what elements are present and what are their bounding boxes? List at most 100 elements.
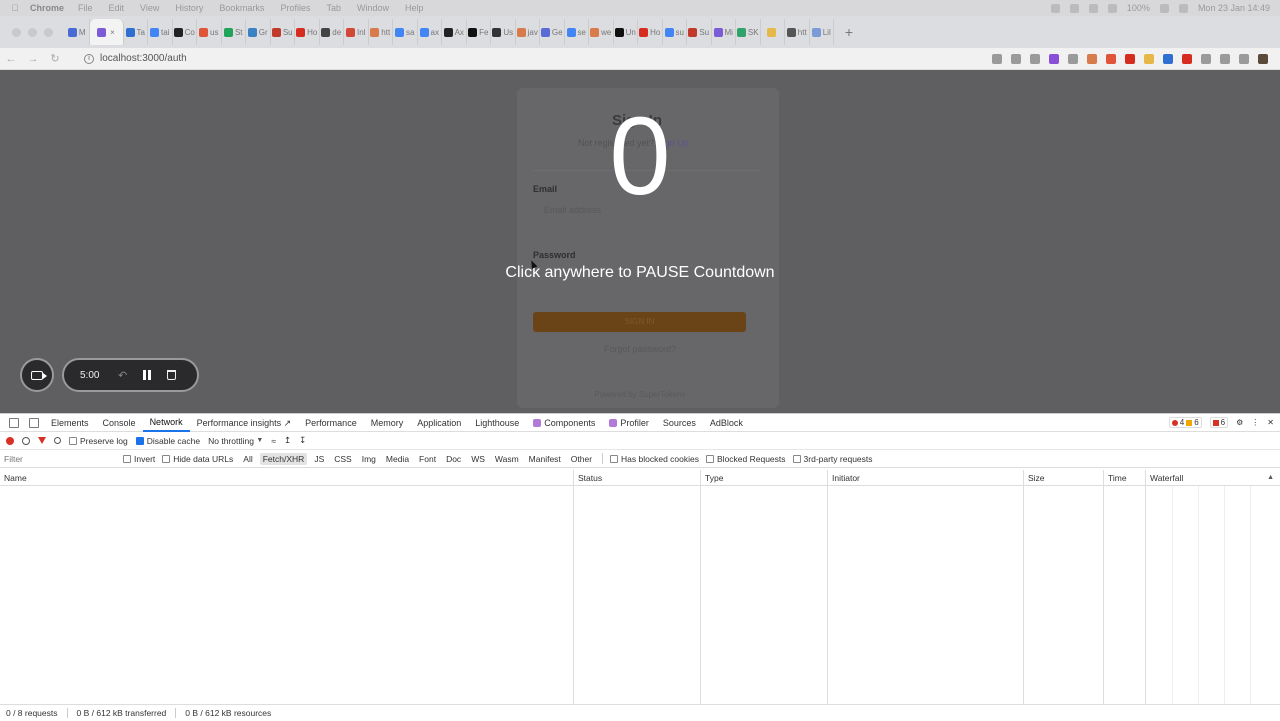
address-bar[interactable]: i localhost:3000/auth bbox=[76, 50, 946, 68]
resource-type-filter[interactable]: JS bbox=[311, 453, 327, 465]
browser-tab[interactable]: we bbox=[589, 19, 614, 45]
extension-icon[interactable] bbox=[1030, 53, 1040, 64]
browser-tab[interactable]: tai bbox=[148, 19, 173, 45]
status-icon[interactable] bbox=[1107, 3, 1117, 13]
issues-badge[interactable]: 6 bbox=[1209, 417, 1229, 428]
close-window-button[interactable] bbox=[12, 27, 21, 37]
wifi-icon[interactable] bbox=[1159, 3, 1169, 13]
blocked-cookies-checkbox[interactable]: Has blocked cookies bbox=[610, 454, 699, 464]
browser-tab[interactable]: Us bbox=[491, 19, 516, 45]
devtools-tab[interactable]: Performance bbox=[298, 414, 364, 432]
menu-tab[interactable]: Tab bbox=[326, 3, 341, 13]
search-icon[interactable] bbox=[1178, 3, 1188, 13]
resource-type-filter[interactable]: Doc bbox=[443, 453, 464, 465]
extension-icon[interactable] bbox=[1239, 53, 1249, 64]
devtools-tab[interactable]: Application bbox=[410, 414, 468, 432]
browser-tab[interactable]: de bbox=[320, 19, 344, 45]
extension-icon[interactable] bbox=[1049, 53, 1059, 64]
devtools-tab[interactable]: Lighthouse bbox=[468, 414, 526, 432]
menu-help[interactable]: Help bbox=[405, 3, 424, 13]
page-viewport[interactable]: Sign In Not registered yet? Sign Up Emai… bbox=[0, 70, 1280, 413]
devtools-tab[interactable]: Console bbox=[96, 414, 143, 432]
extension-icon[interactable] bbox=[1258, 53, 1268, 64]
resource-type-filter[interactable]: Img bbox=[359, 453, 379, 465]
invert-checkbox[interactable]: Invert bbox=[123, 454, 155, 464]
browser-tab[interactable]: Fe bbox=[467, 19, 491, 45]
import-har-icon[interactable]: ↥ bbox=[284, 435, 291, 446]
browser-tab[interactable]: jav bbox=[516, 19, 540, 45]
browser-tab[interactable] bbox=[761, 19, 785, 45]
search-icon[interactable] bbox=[54, 437, 61, 444]
resource-type-filter[interactable]: Other bbox=[568, 453, 595, 465]
hide-data-urls-checkbox[interactable]: Hide data URLs bbox=[162, 454, 233, 464]
blocked-requests-checkbox[interactable]: Blocked Requests bbox=[706, 454, 786, 464]
app-name[interactable]: Chrome bbox=[30, 3, 64, 13]
record-icon[interactable] bbox=[6, 436, 14, 445]
column-time[interactable]: Time bbox=[1104, 470, 1146, 486]
extension-icon[interactable] bbox=[992, 53, 1002, 64]
resource-type-filter[interactable]: Fetch/XHR bbox=[259, 452, 308, 465]
forward-button[interactable]: → bbox=[22, 53, 44, 65]
resource-type-filter[interactable]: Font bbox=[416, 453, 439, 465]
browser-tab[interactable]: Ho bbox=[638, 19, 663, 45]
column-name[interactable]: Name bbox=[0, 470, 574, 486]
clear-icon[interactable] bbox=[22, 436, 30, 445]
browser-tab[interactable]: ax bbox=[418, 19, 442, 45]
devtools-tab[interactable]: Components bbox=[526, 414, 602, 432]
browser-tab[interactable]: M bbox=[65, 19, 90, 45]
preserve-log-checkbox[interactable]: Preserve log bbox=[69, 436, 128, 446]
browser-tab[interactable]: Ge bbox=[540, 19, 565, 45]
close-tab-icon[interactable]: × bbox=[110, 28, 115, 37]
browser-tab[interactable]: St bbox=[222, 19, 246, 45]
status-icon[interactable] bbox=[1050, 3, 1060, 13]
restart-icon[interactable]: ↶ bbox=[118, 369, 127, 382]
browser-tab[interactable]: Co bbox=[173, 19, 197, 45]
camera-toggle-button[interactable] bbox=[20, 358, 54, 392]
network-conditions-icon[interactable]: ≈ bbox=[271, 436, 276, 446]
extension-icon[interactable] bbox=[1087, 53, 1097, 64]
resource-type-filter[interactable]: WS bbox=[468, 453, 488, 465]
resource-type-filter[interactable]: Manifest bbox=[526, 453, 564, 465]
browser-tab[interactable]: sa bbox=[393, 19, 418, 45]
filter-input[interactable] bbox=[4, 452, 116, 465]
extension-icon[interactable] bbox=[1220, 53, 1230, 64]
extension-icon[interactable] bbox=[1106, 53, 1116, 64]
new-tab-button[interactable]: + bbox=[840, 24, 858, 40]
column-status[interactable]: Status bbox=[574, 470, 701, 486]
inspect-element-icon[interactable] bbox=[9, 417, 19, 428]
forgot-password-link[interactable]: Forgot password? bbox=[517, 344, 763, 354]
device-toolbar-icon[interactable] bbox=[29, 417, 39, 428]
browser-tab[interactable]: Ho bbox=[295, 19, 320, 45]
browser-tab[interactable]: se bbox=[565, 19, 589, 45]
browser-tab[interactable]: Su bbox=[687, 19, 712, 45]
export-har-icon[interactable]: ↧ bbox=[299, 435, 306, 446]
browser-tab[interactable]: Ax bbox=[442, 19, 467, 45]
menu-file[interactable]: File bbox=[78, 3, 93, 13]
browser-tab[interactable]: Ta bbox=[124, 19, 148, 45]
column-size[interactable]: Size bbox=[1024, 470, 1104, 486]
third-party-checkbox[interactable]: 3rd-party requests bbox=[792, 454, 873, 464]
reload-button[interactable]: ↻ bbox=[44, 52, 66, 65]
clock[interactable]: Mon 23 Jan 14:49 bbox=[1198, 3, 1270, 13]
devtools-tab[interactable]: Memory bbox=[364, 414, 411, 432]
devtools-tab[interactable]: AdBlock bbox=[703, 414, 750, 432]
extension-icon[interactable] bbox=[1011, 53, 1021, 64]
browser-tab[interactable]: su bbox=[663, 19, 687, 45]
menu-edit[interactable]: Edit bbox=[109, 3, 125, 13]
settings-gear-icon[interactable]: ⚙ bbox=[1236, 418, 1243, 427]
filter-icon[interactable] bbox=[38, 437, 46, 444]
resource-type-filter[interactable]: Media bbox=[383, 453, 412, 465]
resource-type-filter[interactable]: Wasm bbox=[492, 453, 522, 465]
menu-bookmarks[interactable]: Bookmarks bbox=[219, 3, 264, 13]
browser-tab[interactable]: htt bbox=[785, 19, 810, 45]
zoom-window-button[interactable] bbox=[44, 27, 53, 37]
more-options-icon[interactable]: ⋮ bbox=[1251, 418, 1259, 427]
extension-icon[interactable] bbox=[1125, 53, 1135, 64]
browser-tab[interactable]: Un bbox=[614, 19, 638, 45]
extension-icon[interactable] bbox=[1163, 53, 1173, 64]
error-warning-badge[interactable]: 4 6 bbox=[1168, 417, 1202, 428]
browser-tab[interactable]: Inl bbox=[344, 19, 369, 45]
trash-icon[interactable] bbox=[167, 370, 177, 380]
browser-tab[interactable]: us bbox=[197, 19, 222, 45]
battery-percent[interactable]: 100% bbox=[1127, 3, 1150, 13]
